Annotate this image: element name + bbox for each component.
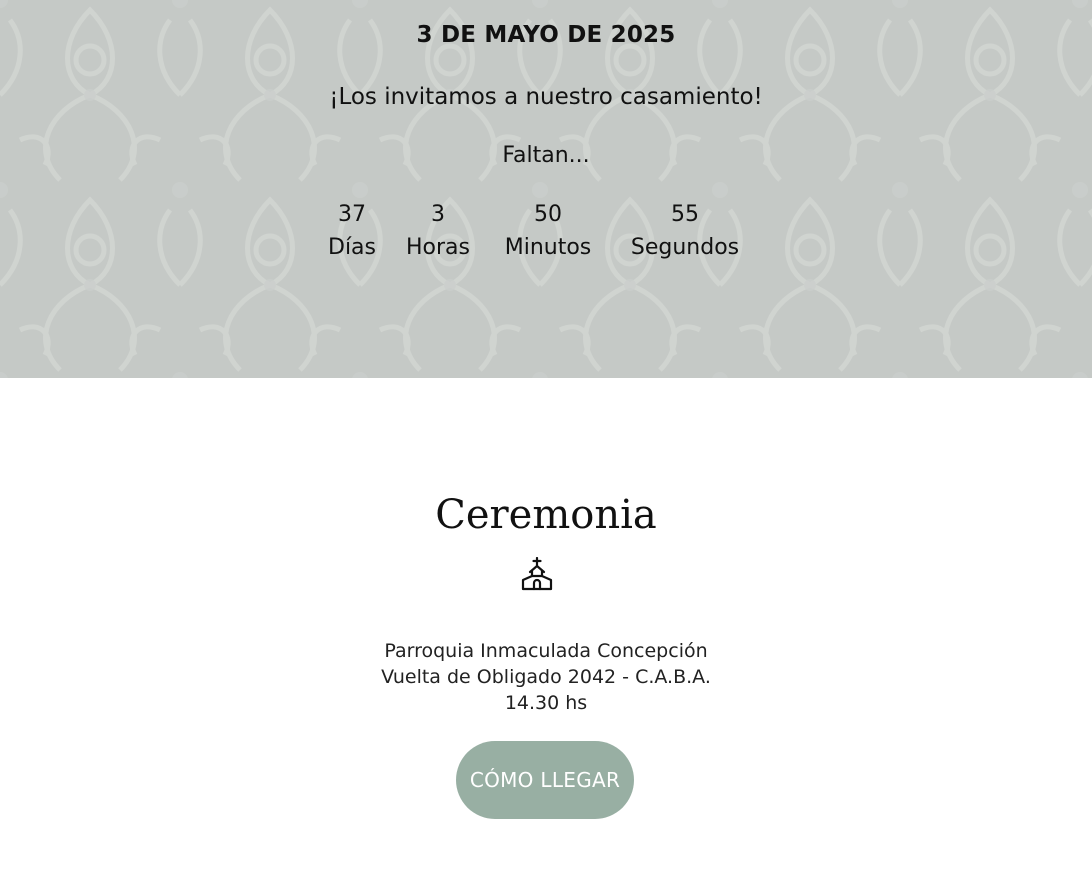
wedding-date: 3 DE MAYO DE 2025	[416, 22, 676, 48]
countdown-seconds-value: 55	[671, 202, 699, 227]
venue-name: Parroquia Inmaculada Concepción	[384, 640, 708, 662]
venue-address: Vuelta de Obligado 2042 - C.A.B.A.	[381, 666, 711, 688]
directions-button[interactable]: CÓMO LLEGAR	[456, 741, 634, 819]
countdown-intro: Faltan...	[502, 143, 590, 168]
countdown-hours: 3 Horas	[396, 200, 480, 266]
countdown-days: 37 Días	[316, 200, 388, 266]
countdown-seconds: 55 Segundos	[614, 200, 756, 266]
ceremony-time: 14.30 hs	[504, 692, 588, 714]
hero-section: 3 DE MAYO DE 2025 ¡Los invitamos a nuest…	[0, 0, 1092, 378]
ceremony-title: Ceremonia	[435, 492, 657, 538]
damask-pattern-background	[0, 0, 1092, 378]
countdown-minutes: 50 Minutos	[492, 200, 604, 266]
countdown-days-label: Días	[328, 235, 376, 260]
countdown-minutes-value: 50	[534, 202, 562, 227]
church-icon	[521, 557, 553, 591]
ceremony-details: Parroquia Inmaculada Concepción Vuelta d…	[0, 638, 1092, 716]
countdown-hours-value: 3	[431, 202, 445, 227]
countdown-days-value: 37	[338, 202, 366, 227]
countdown-seconds-label: Segundos	[630, 235, 740, 260]
invitation-text: ¡Los invitamos a nuestro casamiento!	[329, 84, 763, 110]
countdown-hours-label: Horas	[406, 235, 470, 260]
countdown-timer: 37 Días 3 Horas 50 Minutos 55 Segundos	[0, 200, 1092, 270]
countdown-minutes-label: Minutos	[504, 235, 592, 260]
